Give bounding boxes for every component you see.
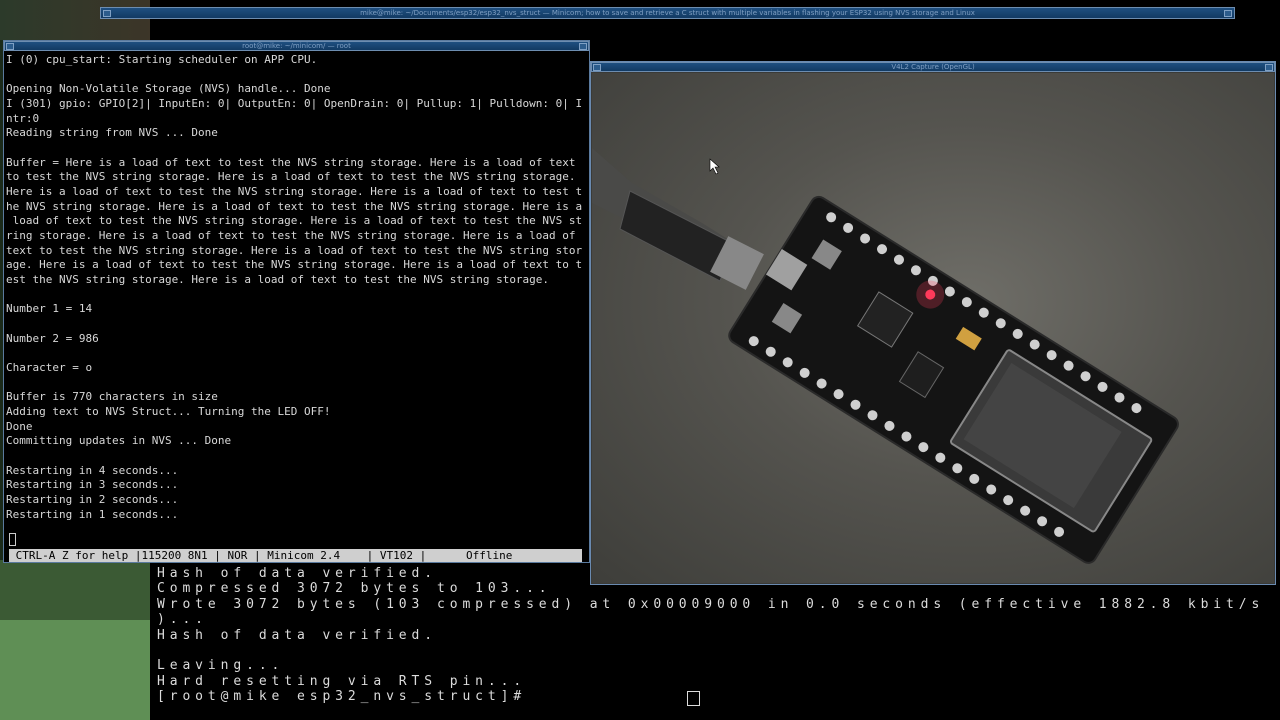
esp32-board-image: [592, 148, 1179, 564]
editor-window-titlebar[interactable]: mike@mike: ~/Documents/esp32/esp32_nvs_s…: [100, 7, 1235, 19]
capture-window[interactable]: V4L2 Capture (OpenGL): [590, 61, 1276, 585]
terminal-cursor: [687, 691, 700, 706]
minicom-window[interactable]: root@mike: ~/minicom/ — root I (0) cpu_s…: [3, 40, 590, 563]
terminal-cursor: [9, 533, 16, 546]
minicom-status-bar: CTRL-A Z for help |115200 8N1 | NOR | Mi…: [9, 549, 582, 562]
serial-output: I (0) cpu_start: Starting scheduler on A…: [6, 53, 583, 521]
window-title: mike@mike: ~/Documents/esp32/esp32_nvs_s…: [360, 9, 975, 17]
window-close-button[interactable]: [1224, 10, 1232, 17]
window-title: V4L2 Capture (OpenGL): [891, 63, 975, 71]
terminal-output: Hash of data verified. Compressed 3072 b…: [157, 566, 1265, 705]
window-close-button[interactable]: [579, 43, 587, 50]
camera-feed: [592, 73, 1274, 583]
minicom-terminal[interactable]: I (0) cpu_start: Starting scheduler on A…: [6, 53, 587, 562]
window-close-button[interactable]: [1265, 64, 1273, 71]
window-title: root@mike: ~/minicom/ — root: [242, 42, 351, 50]
